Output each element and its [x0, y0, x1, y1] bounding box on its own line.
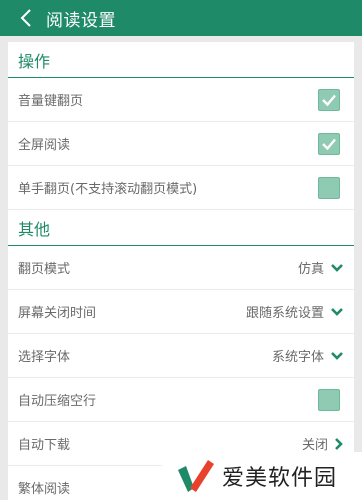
- setting-row-volume-key-paging[interactable]: 音量键翻页: [8, 78, 354, 122]
- setting-label: 自动压缩空行: [18, 394, 97, 409]
- back-button[interactable]: [8, 0, 44, 36]
- section-header-other: 其他: [8, 210, 354, 246]
- chevron-down-icon: [331, 351, 343, 360]
- app-bar: 阅读设置: [0, 0, 362, 36]
- selected-value: 跟随系统设置: [245, 306, 324, 321]
- setting-row-auto-compress-blank-lines[interactable]: 自动压缩空行: [8, 378, 354, 422]
- setting-row-screen-off-time[interactable]: 屏幕关闭时间 跟随系统设置: [8, 290, 354, 334]
- chevron-down-icon: [331, 307, 343, 316]
- page-turn-mode-select[interactable]: 仿真: [298, 258, 344, 277]
- setting-label: 音量键翻页: [18, 94, 84, 109]
- watermark-logo-icon: [178, 460, 214, 492]
- settings-panel: 操作 音量键翻页 全屏阅读 单手翻页(不支持滚动翻页模式) 其他 翻页模式 仿真: [8, 42, 354, 500]
- selected-value: 关闭: [301, 438, 328, 453]
- setting-label: 屏幕关闭时间: [18, 306, 97, 321]
- auto-compress-blank-lines-checkbox[interactable]: [318, 388, 340, 411]
- setting-label: 全屏阅读: [18, 138, 71, 153]
- volume-key-paging-checkbox[interactable]: [318, 88, 340, 111]
- checkmark-icon: [322, 138, 336, 150]
- setting-row-one-hand-paging[interactable]: 单手翻页(不支持滚动翻页模式): [8, 166, 354, 210]
- setting-label: 翻页模式: [18, 262, 71, 277]
- setting-label: 繁体阅读: [18, 482, 71, 497]
- setting-label: 自动下载: [18, 438, 71, 453]
- selected-value: 仿真: [297, 262, 324, 277]
- choose-font-select[interactable]: 系统字体: [272, 346, 344, 365]
- setting-row-page-turn-mode[interactable]: 翻页模式 仿真: [8, 246, 354, 290]
- setting-label: 单手翻页(不支持滚动翻页模式): [18, 182, 198, 197]
- watermark-text: 爱美软件园: [222, 466, 338, 491]
- checkmark-icon: [322, 94, 336, 106]
- fullscreen-reading-checkbox[interactable]: [318, 132, 340, 155]
- setting-label: 选择字体: [18, 350, 71, 365]
- one-hand-paging-checkbox[interactable]: [318, 176, 340, 199]
- chevron-down-icon: [331, 263, 343, 272]
- page-title: 阅读设置: [46, 10, 116, 31]
- screen-off-time-select[interactable]: 跟随系统设置: [246, 302, 344, 321]
- chevron-right-icon: [335, 437, 343, 450]
- chevron-left-icon: [20, 9, 31, 27]
- setting-row-choose-font[interactable]: 选择字体 系统字体: [8, 334, 354, 378]
- selected-value: 系统字体: [271, 350, 324, 365]
- section-header-operations: 操作: [8, 42, 354, 78]
- setting-row-fullscreen-reading[interactable]: 全屏阅读: [8, 122, 354, 166]
- auto-download-link[interactable]: 关闭: [302, 434, 344, 453]
- watermark: 爱美软件园: [162, 452, 362, 500]
